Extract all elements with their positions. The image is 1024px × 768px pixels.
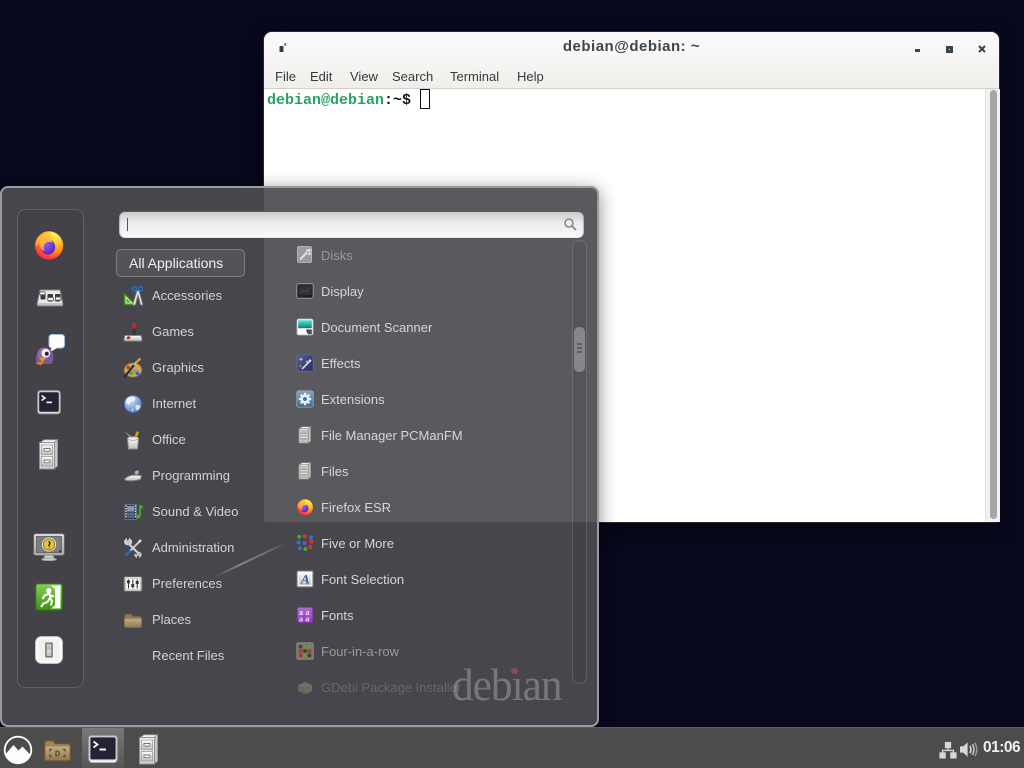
svg-text:a: a [299, 614, 303, 623]
svg-text:D: D [55, 750, 61, 760]
svg-text:a: a [306, 614, 310, 623]
svg-text:A: A [300, 571, 310, 586]
